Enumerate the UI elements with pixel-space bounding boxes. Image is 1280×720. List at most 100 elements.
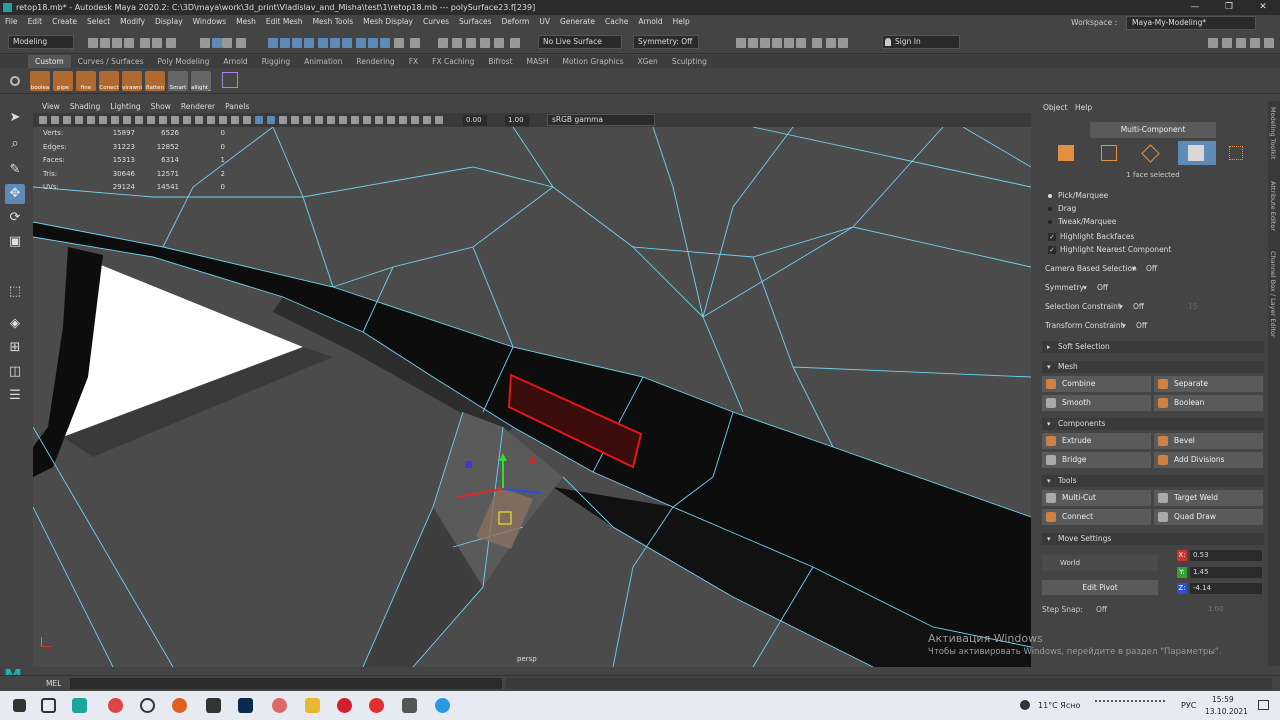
connect-button[interactable]: Connect bbox=[1042, 509, 1151, 525]
menu-file[interactable]: File bbox=[0, 15, 23, 29]
object-mode-icon[interactable] bbox=[1058, 145, 1074, 161]
setting-value[interactable]: Off bbox=[1146, 263, 1157, 275]
single-view-icon[interactable]: ◈ bbox=[5, 314, 25, 334]
soft-selection-section[interactable]: Soft Selection bbox=[1042, 341, 1264, 353]
menu-arnold[interactable]: Arnold bbox=[633, 15, 667, 29]
status-tool-icon[interactable] bbox=[1264, 38, 1274, 48]
menu-windows[interactable]: Windows bbox=[188, 15, 231, 29]
status-tool-icon[interactable] bbox=[330, 38, 340, 48]
mesh-section[interactable]: Mesh bbox=[1042, 361, 1264, 373]
status-tool-icon[interactable] bbox=[200, 38, 210, 48]
viewport-tool-icon[interactable] bbox=[375, 116, 383, 124]
viewport-tool-icon[interactable] bbox=[231, 116, 239, 124]
status-tool-icon[interactable] bbox=[410, 38, 420, 48]
status-tool-icon[interactable] bbox=[796, 38, 806, 48]
viewport-tool-icon[interactable] bbox=[195, 116, 203, 124]
chevron-down-icon[interactable]: ▾ bbox=[1122, 320, 1126, 332]
shelf-button-fine[interactable]: fine bbox=[76, 71, 96, 91]
menu-select[interactable]: Select bbox=[82, 15, 115, 29]
status-tool-icon[interactable] bbox=[494, 38, 504, 48]
bevel-button[interactable]: Bevel bbox=[1154, 433, 1263, 449]
viewport-tool-icon[interactable] bbox=[435, 116, 443, 124]
viewport-tool-icon[interactable] bbox=[339, 116, 347, 124]
bridge-button[interactable]: Bridge bbox=[1042, 452, 1151, 468]
status-tool-icon[interactable] bbox=[1250, 38, 1260, 48]
menu-mesh-tools[interactable]: Mesh Tools bbox=[308, 15, 359, 29]
status-tool-icon[interactable] bbox=[124, 38, 134, 48]
viewport-menu-panels[interactable]: Panels bbox=[220, 101, 254, 113]
viewport-tool-icon[interactable] bbox=[207, 116, 215, 124]
move-tool-icon[interactable]: ✥ bbox=[5, 184, 25, 204]
viewport-menu-lighting[interactable]: Lighting bbox=[105, 101, 145, 113]
viewport-tool-icon[interactable] bbox=[243, 116, 251, 124]
status-tool-icon[interactable] bbox=[166, 38, 176, 48]
viewport-tool-icon[interactable] bbox=[159, 116, 167, 124]
shelf-tab-custom[interactable]: Custom bbox=[28, 55, 71, 68]
clock-date[interactable]: 13.10.2021 bbox=[1205, 707, 1248, 716]
telegram-taskbar-icon[interactable] bbox=[435, 698, 450, 713]
viewport-tool-icon[interactable] bbox=[351, 116, 359, 124]
last-tool-icon[interactable]: ⬚ bbox=[5, 282, 25, 302]
multi-component-button[interactable]: Multi-Component bbox=[1090, 122, 1216, 138]
viewport-tool-icon[interactable] bbox=[399, 116, 407, 124]
status-tool-icon[interactable] bbox=[438, 38, 448, 48]
viewport-tool-icon[interactable] bbox=[315, 116, 323, 124]
add-divisions-button[interactable]: Add Divisions bbox=[1154, 452, 1263, 468]
status-tool-icon[interactable] bbox=[222, 38, 232, 48]
menu-curves[interactable]: Curves bbox=[418, 15, 454, 29]
viewport-tool-icon[interactable] bbox=[303, 116, 311, 124]
viewport-tool-icon[interactable] bbox=[279, 116, 287, 124]
shelf-settings-icon[interactable] bbox=[10, 76, 20, 86]
menu-mesh[interactable]: Mesh bbox=[231, 15, 261, 29]
status-tool-icon[interactable] bbox=[236, 38, 246, 48]
status-tool-icon[interactable] bbox=[510, 38, 520, 48]
weather-text[interactable]: 11°C Ясно bbox=[1038, 701, 1080, 710]
photoshop-taskbar-icon[interactable] bbox=[238, 698, 253, 713]
shelf-tab-animation[interactable]: Animation bbox=[297, 55, 349, 68]
cube-icon[interactable] bbox=[222, 72, 238, 88]
status-tool-icon[interactable] bbox=[826, 38, 836, 48]
status-tool-icon[interactable] bbox=[1236, 38, 1246, 48]
viewport-tool-icon[interactable] bbox=[171, 116, 179, 124]
checkbox-highlight-nearest-component[interactable]: ✓ Highlight Nearest Component bbox=[1048, 244, 1171, 256]
menu-edit-mesh[interactable]: Edit Mesh bbox=[261, 15, 308, 29]
lasso-tool-icon[interactable]: ⌕ bbox=[5, 134, 25, 154]
shelf-tab-xgen[interactable]: XGen bbox=[630, 55, 664, 68]
browser-taskbar-icon[interactable] bbox=[172, 698, 187, 713]
viewport-tool-icon[interactable] bbox=[123, 116, 131, 124]
viewport[interactable]: Verts: 15897 6526 0 Edges: 31223 12852 0 Faces: 1… bbox=[33, 127, 1031, 667]
chevron-down-icon[interactable]: ▾ bbox=[1119, 301, 1123, 313]
start-icon[interactable] bbox=[13, 699, 26, 712]
combine-button[interactable]: Combine bbox=[1042, 376, 1151, 392]
tab-modeling-toolkit[interactable]: Modeling Toolkit bbox=[1269, 107, 1277, 159]
viewport-tool-icon[interactable] bbox=[255, 116, 263, 124]
menu-cache[interactable]: Cache bbox=[600, 15, 633, 29]
menu-object[interactable]: Object bbox=[1043, 103, 1067, 112]
tab-channel-box[interactable]: Channel Box / Layer Editor bbox=[1269, 251, 1277, 338]
paint-select-icon[interactable]: ✎ bbox=[5, 160, 25, 180]
viewport-tool-icon[interactable] bbox=[87, 116, 95, 124]
space-select[interactable]: World bbox=[1042, 555, 1158, 571]
color-space-select[interactable]: sRGB gamma bbox=[547, 114, 655, 126]
symmetry-select[interactable]: Symmetry: Off bbox=[633, 35, 699, 49]
shelf-tab-poly-modeling[interactable]: Poly Modeling bbox=[151, 55, 217, 68]
boolean-button[interactable]: Boolean bbox=[1154, 395, 1263, 411]
exposure-field[interactable]: 0.00 bbox=[463, 115, 487, 126]
task-view-icon[interactable] bbox=[41, 698, 56, 713]
shelf-button-conect[interactable]: Conect bbox=[99, 71, 119, 91]
radio-pick-marquee[interactable]: Pick/Marquee bbox=[1048, 190, 1108, 202]
viewport-tool-icon[interactable] bbox=[219, 116, 227, 124]
language-indicator[interactable]: РУС bbox=[1181, 701, 1196, 710]
workspace-select[interactable]: Maya-My-Modeling* bbox=[1126, 16, 1256, 30]
target-weld-button[interactable]: Target Weld bbox=[1154, 490, 1263, 506]
chevron-down-icon[interactable]: ▾ bbox=[1132, 263, 1136, 275]
shelf-button-smart[interactable]: Smart bbox=[168, 71, 188, 91]
viewport-tool-icon[interactable] bbox=[51, 116, 59, 124]
status-tool-icon[interactable] bbox=[1222, 38, 1232, 48]
paint-taskbar-icon[interactable] bbox=[272, 698, 287, 713]
step-snap-select[interactable]: Off bbox=[1096, 605, 1107, 614]
sign-in-button[interactable]: Sign In bbox=[882, 35, 960, 49]
status-tool-icon[interactable] bbox=[212, 38, 222, 48]
status-tool-icon[interactable] bbox=[356, 38, 366, 48]
menu-generate[interactable]: Generate bbox=[555, 15, 600, 29]
